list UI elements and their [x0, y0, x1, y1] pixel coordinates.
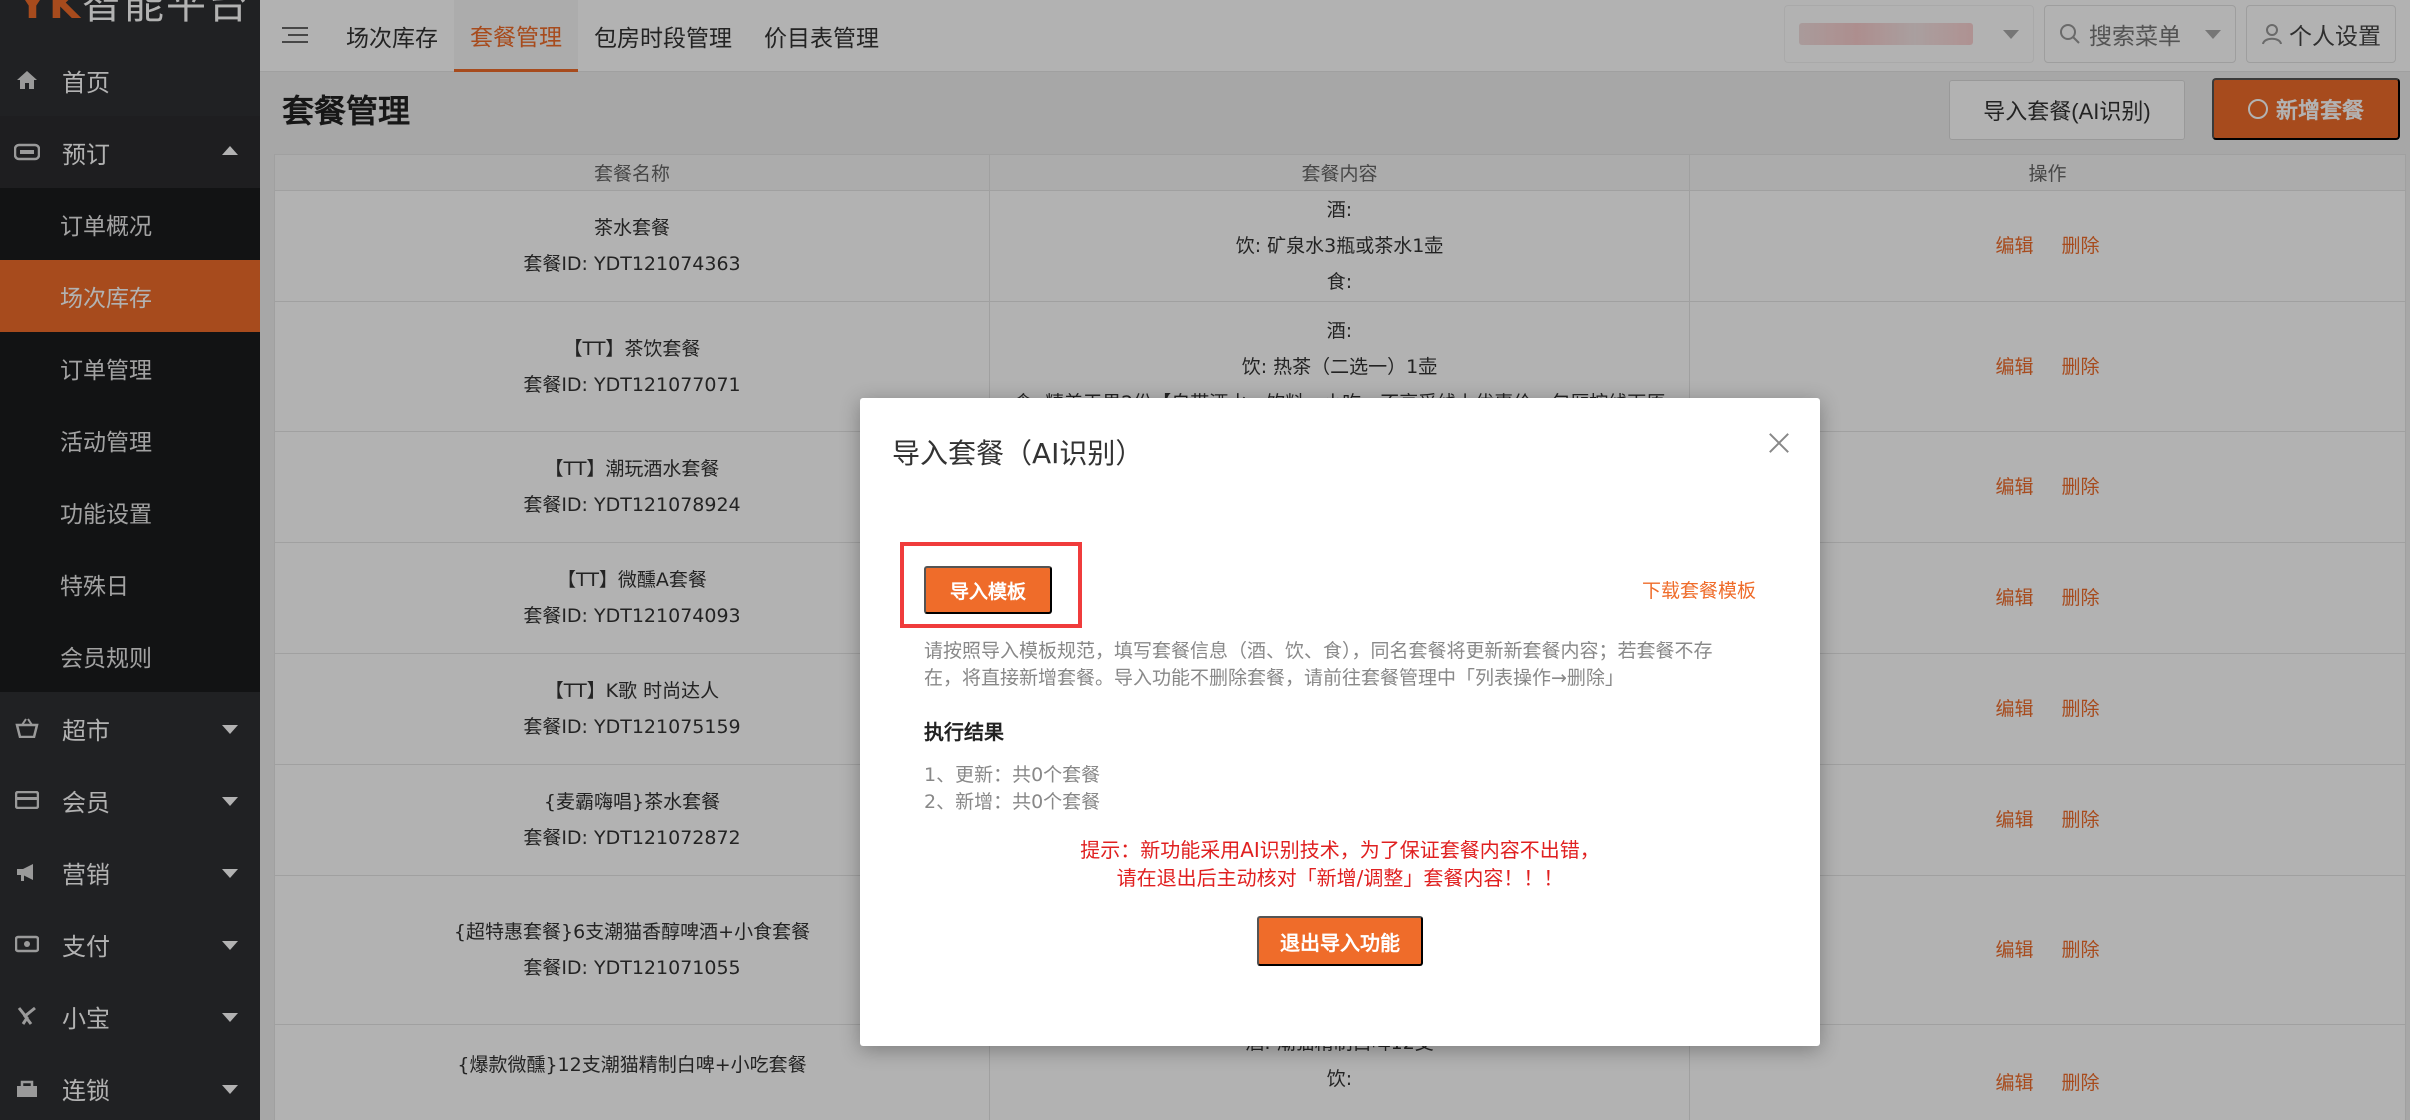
import-instructions-line: 请按照导入模板规范，填写套餐信息（酒、饮、食），同名套餐将更新新套餐内容；若套餐… — [924, 640, 1713, 662]
modal-title: 导入套餐（AI识别） — [892, 437, 1144, 470]
ai-warning-tip: 提示：新功能采用AI识别技术，为了保证套餐内容不出错， 请在退出后主动核对「新增… — [860, 836, 1820, 892]
import-instructions-line: 在，将直接新增套餐。导入功能不删除套餐，请前往套餐管理中「列表操作→删除」 — [924, 667, 1624, 689]
app-root: YK智能平台 首页 预订 订单概况 场次库存 订单管理 活动管理 功能设置 特殊… — [0, 0, 2410, 1120]
ai-warning-tip-line: 提示：新功能采用AI识别技术，为了保证套餐内容不出错， — [1080, 838, 1600, 862]
close-icon[interactable] — [1768, 432, 1790, 454]
result-update-count: 1、更新：共0个套餐 — [924, 764, 1101, 786]
result-add-count: 2、新增：共0个套餐 — [924, 791, 1101, 813]
import-template-button[interactable]: 导入模板 — [924, 566, 1052, 614]
ai-warning-tip-line: 请在退出后主动核对「新增/调整」套餐内容！！！ — [1116, 866, 1564, 890]
download-template-link[interactable]: 下载套餐模板 — [1642, 576, 1756, 603]
exit-import-button[interactable]: 退出导入功能 — [1257, 916, 1423, 966]
result-title: 执行结果 — [924, 720, 1004, 744]
import-package-modal: 导入套餐（AI识别） 导入模板 下载套餐模板 请按照导入模板规范，填写套餐信息（… — [860, 398, 1820, 1046]
import-instructions: 请按照导入模板规范，填写套餐信息（酒、饮、食），同名套餐将更新新套餐内容；若套餐… — [924, 638, 1744, 692]
